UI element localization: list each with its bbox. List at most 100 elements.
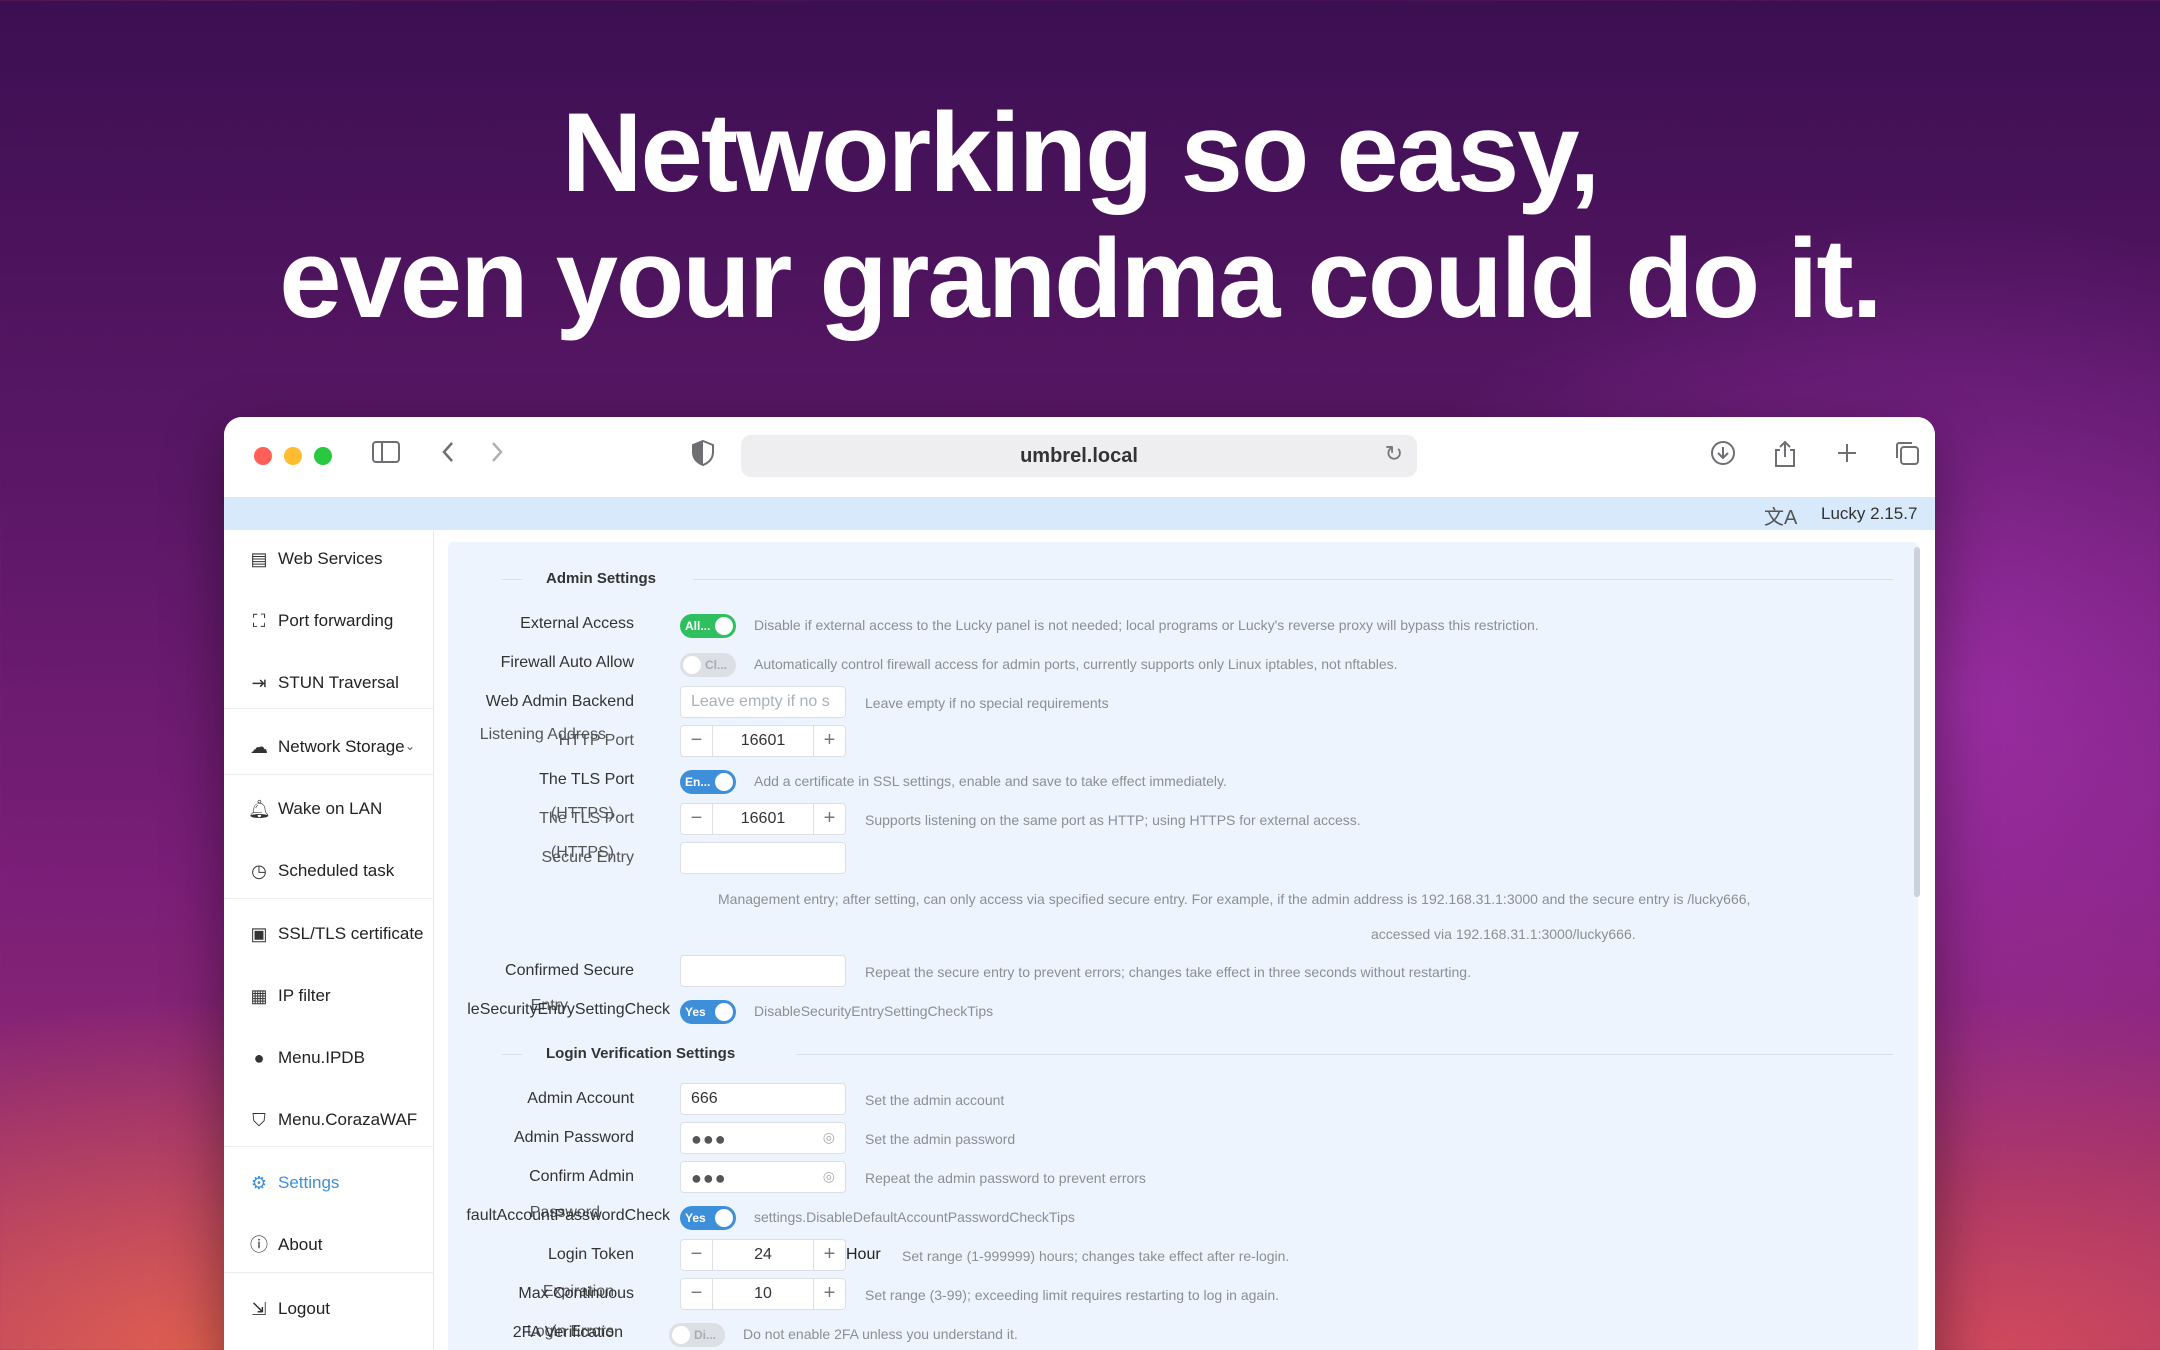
decrement-button[interactable]: −	[681, 1240, 713, 1270]
download-icon[interactable]	[1706, 439, 1740, 473]
sidebar-item-ipdb[interactable]: ● Menu.IPDB	[224, 1029, 434, 1089]
sidebar-item-about[interactable]: ⓘ About	[224, 1216, 434, 1276]
http-port-stepper[interactable]: − 16601 +	[680, 725, 846, 757]
sidebar-item-stun[interactable]: ⇥ STUN Traversal	[224, 654, 434, 714]
share-icon[interactable]	[1768, 439, 1802, 473]
sidebar-item-label: Settings	[278, 1173, 340, 1192]
disable-security-check-tip: DisableSecurityEntrySettingCheckTips	[754, 1003, 994, 1019]
stepper-value[interactable]: 16601	[713, 732, 813, 750]
increment-button[interactable]: +	[813, 804, 845, 834]
scrollbar[interactable]	[1914, 547, 1920, 897]
sidebar-item-ip-filter[interactable]: ▦ IP filter	[224, 967, 434, 1027]
sidebar-item-network-storage[interactable]: ☁ Network Storage ⌄	[224, 718, 434, 778]
firewall-tip: Automatically control firewall access fo…	[754, 656, 1398, 672]
tls-toggle[interactable]: En...	[680, 770, 736, 794]
decrement-button[interactable]: −	[681, 1279, 713, 1309]
sidebar-item-label: Wake on LAN	[278, 799, 383, 818]
tls-label: The TLS Port	[539, 771, 634, 788]
default-account-check-toggle[interactable]: Yes	[680, 1206, 736, 1230]
secure-entry-label: Secure Entry	[541, 849, 634, 866]
forward-icon[interactable]	[480, 439, 514, 473]
confirm-secure-label: Confirmed Secure	[505, 962, 634, 979]
confirm-secure-tip: Repeat the secure entry to prevent error…	[865, 964, 1471, 980]
sidebar-item-label: Logout	[278, 1299, 330, 1318]
sidebar-item-label: Web Services	[278, 549, 383, 568]
settings-panel: Admin Settings External Access All... Di…	[448, 542, 1918, 1350]
confirm-password-input[interactable]: ●●● ◎	[680, 1161, 846, 1193]
tabs-icon[interactable]	[1890, 439, 1924, 473]
waf-shield-icon: ⛉	[252, 1110, 266, 1130]
increment-button[interactable]: +	[813, 1240, 845, 1270]
translate-icon[interactable]: 文A	[1764, 501, 1797, 530]
admin-password-input[interactable]: ●●● ◎	[680, 1122, 846, 1154]
toggle-knob	[715, 617, 733, 635]
toggle-text: Yes	[685, 1211, 706, 1225]
sidebar-item-port-forwarding[interactable]: ⛶ Port forwarding	[224, 592, 434, 652]
sidebar-item-label: Network Storage	[278, 737, 405, 756]
sidebar-item-web-services[interactable]: ▤ Web Services	[224, 530, 434, 590]
certificate-icon: ▣	[250, 924, 268, 944]
sidebar-item-wake-on-lan[interactable]: 🔔︎ Wake on LAN	[224, 780, 434, 840]
stepper-value[interactable]: 16601	[713, 810, 813, 828]
decrement-button[interactable]: −	[681, 804, 713, 834]
login-token-tip: Set range (1-999999) hours; changes take…	[902, 1248, 1290, 1264]
back-icon[interactable]	[431, 439, 465, 473]
toggle-knob	[715, 1209, 733, 1227]
login-token-stepper[interactable]: − 24 +	[680, 1239, 846, 1271]
external-access-label: External Access	[520, 615, 634, 632]
sidebar-item-logout[interactable]: ⇲ Logout	[224, 1280, 434, 1340]
secure-entry-input[interactable]	[680, 842, 846, 874]
zoom-window-button[interactable]	[314, 447, 332, 465]
twofa-toggle[interactable]: Di...	[669, 1323, 725, 1347]
ip-filter-icon: ▦	[250, 986, 268, 1006]
tls-port-stepper[interactable]: − 16601 +	[680, 803, 846, 835]
toggle-text: En...	[685, 775, 711, 789]
tls-tip: Add a certificate in SSL settings, enabl…	[754, 773, 1227, 789]
backend-input[interactable]: Leave empty if no s	[680, 686, 846, 718]
admin-account-input[interactable]: 666	[680, 1083, 846, 1115]
external-access-toggle[interactable]: All...	[680, 614, 736, 638]
bell-icon: 🔔︎	[248, 799, 271, 819]
toggle-text: All...	[685, 619, 711, 633]
sidebar-item-settings[interactable]: ⚙ Settings	[224, 1154, 434, 1214]
max-errors-stepper[interactable]: − 10 +	[680, 1278, 846, 1310]
sidebar-item-label: IP filter	[278, 986, 331, 1005]
sidebar-item-ssl[interactable]: ▣ SSL/TLS certificate	[224, 905, 434, 965]
sidebar-divider	[224, 898, 434, 899]
eye-off-icon[interactable]: ◎	[823, 1129, 835, 1146]
disable-security-check-toggle[interactable]: Yes	[680, 1000, 736, 1024]
sidebar-item-corazawaf[interactable]: ⛉ Menu.CorazaWAF	[224, 1091, 434, 1151]
password-mask: ●●●	[691, 1129, 727, 1149]
increment-button[interactable]: +	[813, 726, 845, 756]
http-port-label: HTTP Port	[558, 732, 634, 749]
secure-entry-tip-2: accessed via 192.168.31.1:3000/lucky666.	[1371, 926, 1636, 942]
minimize-window-button[interactable]	[284, 447, 302, 465]
sidebar-divider	[224, 1272, 434, 1273]
firewall-toggle[interactable]: Cl...	[680, 653, 736, 677]
stepper-value[interactable]: 10	[713, 1285, 813, 1303]
close-window-button[interactable]	[254, 447, 272, 465]
section-divider	[502, 579, 522, 580]
decrement-button[interactable]: −	[681, 726, 713, 756]
browser-toolbar: umbrel.local ↻	[224, 417, 1935, 497]
increment-button[interactable]: +	[813, 1279, 845, 1309]
cloud-icon: ☁	[250, 737, 268, 757]
about-icon: ⓘ	[250, 1235, 268, 1255]
new-tab-icon[interactable]	[1830, 439, 1864, 473]
tls-port-tip: Supports listening on the same port as H…	[865, 812, 1361, 828]
eye-off-icon[interactable]: ◎	[823, 1168, 835, 1185]
clock-icon: ◷	[251, 861, 267, 881]
reload-icon[interactable]: ↻	[1385, 441, 1403, 467]
confirm-secure-input[interactable]	[680, 955, 846, 987]
secure-entry-tip-1: Management entry; after setting, can onl…	[718, 891, 1751, 907]
shield-icon[interactable]	[686, 439, 720, 473]
default-account-check-label: faultAccountPasswordCheck	[466, 1207, 670, 1224]
sidebar-item-label: Menu.CorazaWAF	[278, 1110, 418, 1129]
admin-password-tip: Set the admin password	[865, 1131, 1016, 1147]
admin-password-label: Admin Password	[513, 1129, 634, 1146]
sidebar-toggle-icon[interactable]	[369, 439, 403, 473]
stepper-value[interactable]: 24	[713, 1246, 813, 1264]
sidebar-item-scheduled-task[interactable]: ◷ Scheduled task	[224, 842, 434, 902]
address-bar[interactable]: umbrel.local ↻	[741, 435, 1417, 477]
url-text: umbrel.local	[1020, 445, 1138, 467]
